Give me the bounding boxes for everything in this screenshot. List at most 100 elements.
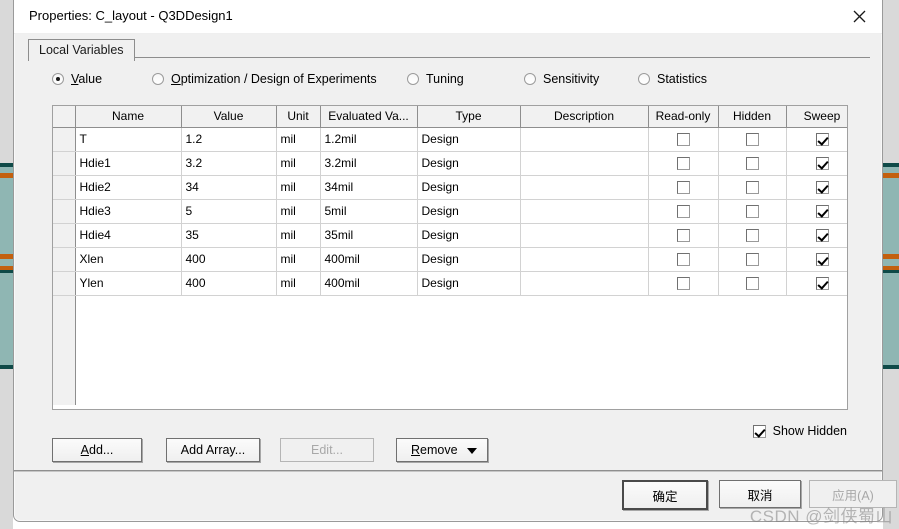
cell-sweep[interactable] [786, 151, 847, 176]
table-row[interactable]: Hdie4 35 mil 35mil Design [53, 223, 847, 248]
cell-readonly[interactable] [648, 199, 719, 224]
cell-value[interactable]: 5 [181, 199, 277, 224]
table-row[interactable]: Ylen 400 mil 400mil Design [53, 271, 847, 296]
row-selector-cell[interactable] [53, 151, 76, 176]
cell-name[interactable]: Hdie4 [75, 223, 182, 248]
cell-evaluated[interactable]: 34mil [320, 175, 418, 200]
hidden-checkbox[interactable] [745, 205, 759, 219]
hidden-checkbox[interactable] [745, 157, 759, 171]
show-hidden-checkbox[interactable]: Show Hidden [752, 424, 847, 438]
readonly-checkbox[interactable] [676, 277, 690, 291]
cell-type[interactable]: Design [417, 271, 521, 296]
hidden-checkbox[interactable] [745, 229, 759, 243]
cell-readonly[interactable] [648, 151, 719, 176]
close-icon[interactable] [836, 0, 882, 32]
cell-sweep[interactable] [786, 247, 847, 272]
cell-evaluated[interactable]: 1.2mil [320, 127, 418, 152]
cell-value[interactable]: 400 [181, 271, 277, 296]
column-header-hidden[interactable]: Hidden [718, 106, 787, 128]
radio-statistics[interactable]: Statistics [638, 72, 707, 86]
sweep-checkbox[interactable] [815, 277, 829, 291]
cell-sweep[interactable] [786, 271, 847, 296]
cell-hidden[interactable] [718, 151, 787, 176]
radio-optimization-design-of-experiments[interactable]: Optimization / Design of Experiments [152, 72, 377, 86]
cell-readonly[interactable] [648, 271, 719, 296]
hidden-checkbox[interactable] [745, 253, 759, 267]
table-row[interactable]: Hdie2 34 mil 34mil Design [53, 175, 847, 200]
cell-desc[interactable] [520, 271, 649, 296]
radio-indicator[interactable] [152, 73, 164, 85]
cell-hidden[interactable] [718, 199, 787, 224]
cell-value[interactable]: 1.2 [181, 127, 277, 152]
sweep-checkbox[interactable] [815, 157, 829, 171]
cell-hidden[interactable] [718, 127, 787, 152]
row-selector-cell[interactable] [53, 247, 76, 272]
readonly-checkbox[interactable] [676, 133, 690, 147]
cell-readonly[interactable] [648, 223, 719, 248]
add-array-button[interactable]: Add Array... [166, 438, 260, 462]
cell-unit[interactable]: mil [276, 199, 321, 224]
remove-button[interactable]: Remove [396, 438, 488, 462]
radio-indicator[interactable] [524, 73, 536, 85]
cell-unit[interactable]: mil [276, 223, 321, 248]
cell-sweep[interactable] [786, 223, 847, 248]
readonly-checkbox[interactable] [676, 229, 690, 243]
cell-evaluated[interactable]: 5mil [320, 199, 418, 224]
readonly-checkbox[interactable] [676, 253, 690, 267]
column-header-desc[interactable]: Description [520, 106, 649, 128]
hidden-checkbox[interactable] [745, 133, 759, 147]
row-selector-cell[interactable] [53, 175, 76, 200]
table-row[interactable]: Xlen 400 mil 400mil Design [53, 247, 847, 272]
cell-unit[interactable]: mil [276, 127, 321, 152]
cell-sweep[interactable] [786, 199, 847, 224]
column-header-readonly[interactable]: Read-only [648, 106, 719, 128]
readonly-checkbox[interactable] [676, 157, 690, 171]
cell-desc[interactable] [520, 247, 649, 272]
cell-desc[interactable] [520, 151, 649, 176]
readonly-checkbox[interactable] [676, 181, 690, 195]
hidden-checkbox[interactable] [745, 277, 759, 291]
cell-hidden[interactable] [718, 223, 787, 248]
radio-indicator[interactable] [638, 73, 650, 85]
cell-type[interactable]: Design [417, 199, 521, 224]
cell-hidden[interactable] [718, 271, 787, 296]
cell-unit[interactable]: mil [276, 247, 321, 272]
cell-sweep[interactable] [786, 175, 847, 200]
ok-button[interactable]: 确定 [622, 480, 708, 510]
cell-evaluated[interactable]: 3.2mil [320, 151, 418, 176]
cell-desc[interactable] [520, 199, 649, 224]
table-row[interactable]: T 1.2 mil 1.2mil Design [53, 127, 847, 152]
cell-hidden[interactable] [718, 247, 787, 272]
cell-name[interactable]: Ylen [75, 271, 182, 296]
cell-value[interactable]: 3.2 [181, 151, 277, 176]
cell-readonly[interactable] [648, 127, 719, 152]
cell-type[interactable]: Design [417, 151, 521, 176]
readonly-checkbox[interactable] [676, 205, 690, 219]
hidden-checkbox[interactable] [745, 181, 759, 195]
sweep-checkbox[interactable] [815, 205, 829, 219]
column-header-unit[interactable]: Unit [276, 106, 321, 128]
cell-unit[interactable]: mil [276, 175, 321, 200]
column-header-type[interactable]: Type [417, 106, 521, 128]
variables-table-panel[interactable]: Name Value Unit Evaluated Va... Type Descript… [52, 105, 848, 410]
cell-hidden[interactable] [718, 175, 787, 200]
cell-name[interactable]: Hdie2 [75, 175, 182, 200]
row-selector-cell[interactable] [53, 271, 76, 296]
cell-name[interactable]: Xlen [75, 247, 182, 272]
table-row[interactable]: Hdie3 5 mil 5mil Design [53, 199, 847, 224]
row-selector-cell[interactable] [53, 223, 76, 248]
cell-type[interactable]: Design [417, 247, 521, 272]
column-header-rowhdr[interactable] [53, 106, 76, 128]
sweep-checkbox[interactable] [815, 133, 829, 147]
table-empty-area[interactable] [53, 295, 847, 405]
cell-evaluated[interactable]: 35mil [320, 223, 418, 248]
sweep-checkbox[interactable] [815, 181, 829, 195]
cell-desc[interactable] [520, 127, 649, 152]
chevron-down-icon[interactable] [467, 448, 477, 454]
cell-type[interactable]: Design [417, 175, 521, 200]
cell-desc[interactable] [520, 223, 649, 248]
cell-evaluated[interactable]: 400mil [320, 247, 418, 272]
cancel-button[interactable]: 取消 [719, 480, 801, 508]
cell-value[interactable]: 400 [181, 247, 277, 272]
column-header-evaluated[interactable]: Evaluated Va... [320, 106, 418, 128]
